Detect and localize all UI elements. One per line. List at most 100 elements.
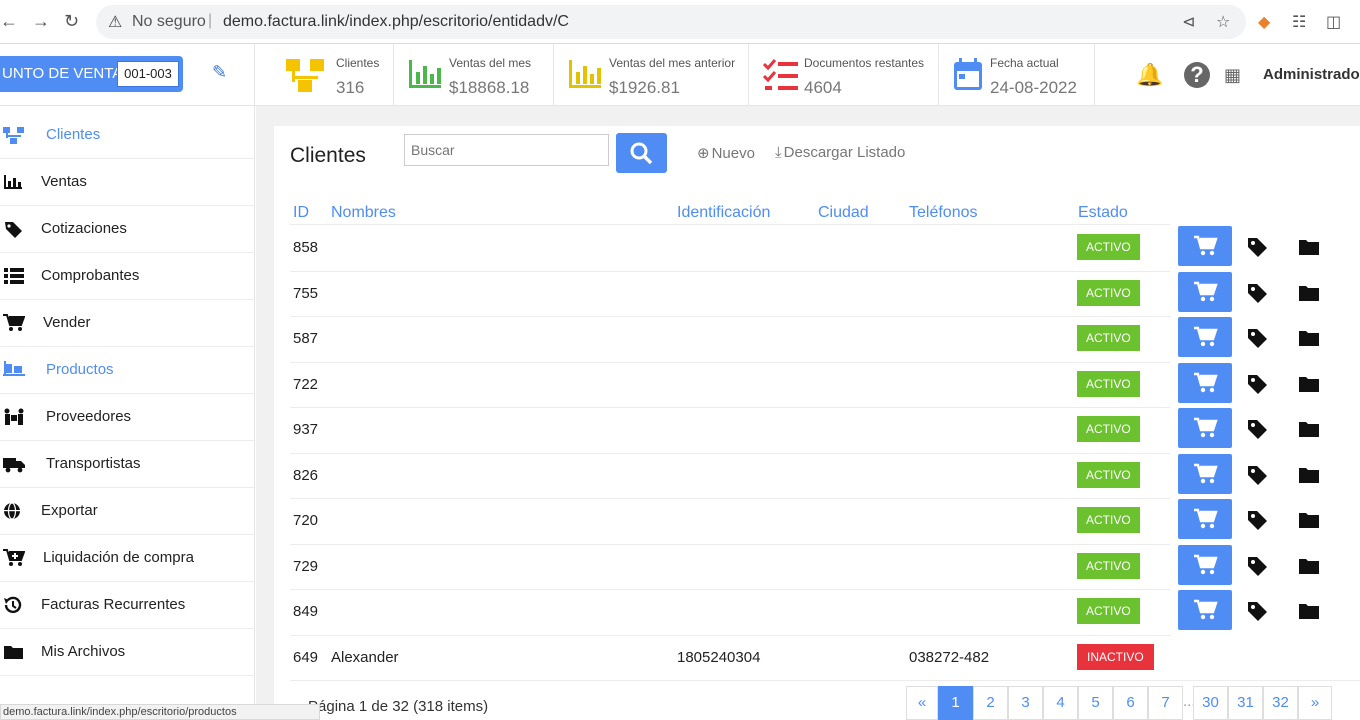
table-row[interactable]: 849 ACTIVO	[274, 589, 1360, 635]
share-icon[interactable]: ⊲	[1182, 12, 1195, 32]
sidebar-item-ventas[interactable]: Ventas	[0, 159, 254, 206]
pager-prev[interactable]: «	[906, 686, 938, 720]
status-badge: ACTIVO	[1077, 325, 1140, 351]
forward-icon[interactable]: →	[32, 11, 50, 32]
tag-icon[interactable]	[1246, 236, 1268, 258]
sell-cart-button[interactable]	[1178, 408, 1232, 448]
table-row[interactable]: 649 Alexander 1805240304 038272-482 INACTIVO	[274, 635, 1360, 681]
tag-icon[interactable]	[1246, 418, 1268, 440]
table-row[interactable]: 729 ACTIVO	[274, 544, 1360, 590]
help-icon[interactable]: ?	[1184, 62, 1210, 88]
edit-icon[interactable]: ✎	[212, 62, 227, 83]
folder-icon[interactable]	[1298, 556, 1320, 576]
folder-icon[interactable]	[1298, 465, 1320, 485]
sell-cart-button[interactable]	[1178, 590, 1232, 630]
cell-id: 937	[293, 421, 319, 438]
fox-extension-icon[interactable]: ◆	[1258, 12, 1270, 32]
sell-cart-button[interactable]	[1178, 453, 1232, 494]
sell-cart-button[interactable]	[1178, 499, 1232, 539]
new-button[interactable]: ⊕ Nuevo	[697, 144, 755, 162]
sidebar-item-productos[interactable]: Productos	[0, 347, 254, 394]
folder-icon[interactable]	[1298, 283, 1320, 303]
folder-icon[interactable]	[1298, 510, 1320, 530]
pager-page[interactable]: 3	[1008, 686, 1043, 720]
table-row[interactable]: 826 ACTIVO	[274, 453, 1360, 499]
pager-next[interactable]: »	[1298, 686, 1332, 720]
folder-icon[interactable]	[1298, 601, 1320, 621]
sell-cart-button[interactable]	[1178, 226, 1232, 266]
folder-icon[interactable]	[1298, 328, 1320, 348]
point-of-sale-selector[interactable]: UNTO DE VENTA: 001-003	[0, 56, 183, 92]
sidebar-item-facturas-recurrentes[interactable]: Facturas Recurrentes	[0, 582, 254, 629]
address-bar[interactable]: ⚠ No seguro | demo.factura.link/index.ph…	[96, 5, 1246, 39]
tag-icon[interactable]	[1246, 555, 1268, 577]
history-icon	[4, 596, 22, 614]
search-button[interactable]	[616, 133, 667, 173]
cell-id: 722	[293, 375, 319, 393]
star-icon[interactable]: ☆	[1216, 12, 1230, 32]
sidebar-item-transportistas[interactable]: Transportistas	[0, 441, 254, 488]
url-text[interactable]: demo.factura.link/index.php/escritorio/e…	[223, 13, 569, 31]
col-estado[interactable]: Estado	[1078, 204, 1128, 222]
pager-page[interactable]: 5	[1078, 686, 1113, 720]
sell-cart-button[interactable]	[1178, 317, 1232, 357]
sidebar-item-cotizaciones[interactable]: Cotizaciones	[0, 206, 254, 253]
table-row[interactable]: 722 ACTIVO	[274, 362, 1360, 408]
tag-icon[interactable]	[1246, 464, 1268, 486]
puzzle-icon[interactable]: ☷	[1292, 12, 1306, 32]
not-secure-label[interactable]: No seguro	[132, 13, 206, 31]
pager-page[interactable]: 7	[1148, 686, 1183, 720]
pager-page[interactable]: 32	[1263, 686, 1298, 720]
tag-icon[interactable]	[1246, 509, 1268, 531]
sidebar-item-comprobantes[interactable]: Comprobantes	[0, 253, 254, 300]
warning-icon[interactable]: ⚠	[108, 12, 122, 32]
folder-icon[interactable]	[1298, 237, 1320, 257]
pager-page[interactable]: 6	[1113, 686, 1148, 720]
table-row[interactable]: 937 ACTIVO	[274, 407, 1360, 453]
tag-icon[interactable]	[1246, 282, 1268, 304]
sell-cart-button[interactable]	[1178, 544, 1232, 585]
pager-page[interactable]: 31	[1228, 686, 1263, 720]
tag-icon[interactable]	[1246, 373, 1268, 395]
cart-plus-icon	[3, 549, 25, 566]
sidebar-item-vender[interactable]: Vender	[0, 300, 254, 347]
cell-identificacion: 1805240304	[677, 648, 761, 666]
devices-icon[interactable]: ▦	[1224, 65, 1241, 86]
stat-label: Documentos restantes	[804, 56, 925, 70]
folder-icon[interactable]	[1298, 374, 1320, 394]
sidebar-item-proveedores[interactable]: Proveedores	[0, 394, 254, 441]
pager-page[interactable]: 4	[1043, 686, 1078, 720]
table-row[interactable]: 755 ACTIVO	[274, 271, 1360, 317]
sidepanel-icon[interactable]: ◫	[1326, 12, 1341, 32]
pager-page[interactable]: 1	[938, 686, 973, 720]
col-telefonos[interactable]: Teléfonos	[909, 204, 978, 222]
tag-icon[interactable]	[1246, 327, 1268, 349]
stat-label: Clientes	[336, 56, 380, 70]
sidebar-item-clientes[interactable]: Clientes	[0, 112, 254, 159]
user-menu[interactable]: Administrador	[1263, 66, 1360, 83]
pager-page[interactable]: 30	[1193, 686, 1228, 720]
sell-cart-button[interactable]	[1178, 271, 1232, 312]
folder-icon[interactable]	[1298, 419, 1320, 439]
bell-icon[interactable]: 🔔	[1136, 62, 1163, 88]
table-row[interactable]: 587 ACTIVO	[274, 316, 1360, 362]
table-row[interactable]: 720 ACTIVO	[274, 498, 1360, 544]
download-list-button[interactable]: ⤓ Descargar Listado	[775, 144, 905, 161]
sell-cart-button[interactable]	[1178, 362, 1232, 403]
sidebar-item-exportar[interactable]: Exportar	[0, 488, 254, 535]
sidebar-item-mis-archivos[interactable]: Mis Archivos	[0, 629, 254, 676]
cell-id: 849	[293, 603, 319, 620]
sidebar-item-liquidacion[interactable]: Liquidación de compra	[0, 535, 254, 582]
col-identificacion[interactable]: Identificación	[677, 204, 770, 222]
reload-icon[interactable]: ↻	[64, 11, 79, 32]
tag-icon[interactable]	[1246, 600, 1268, 622]
col-nombres[interactable]: Nombres	[331, 204, 396, 222]
back-icon[interactable]: ←	[0, 11, 18, 32]
search-input[interactable]	[404, 134, 609, 166]
pos-value[interactable]: 001-003	[117, 61, 179, 87]
pager-page[interactable]: 2	[973, 686, 1008, 720]
stat-ventas-mes-anterior: Ventas del mes anterior $1926.81	[567, 44, 747, 106]
col-id[interactable]: ID	[293, 204, 309, 222]
col-ciudad[interactable]: Ciudad	[818, 204, 869, 222]
table-row[interactable]: 858 ACTIVO	[274, 225, 1360, 271]
